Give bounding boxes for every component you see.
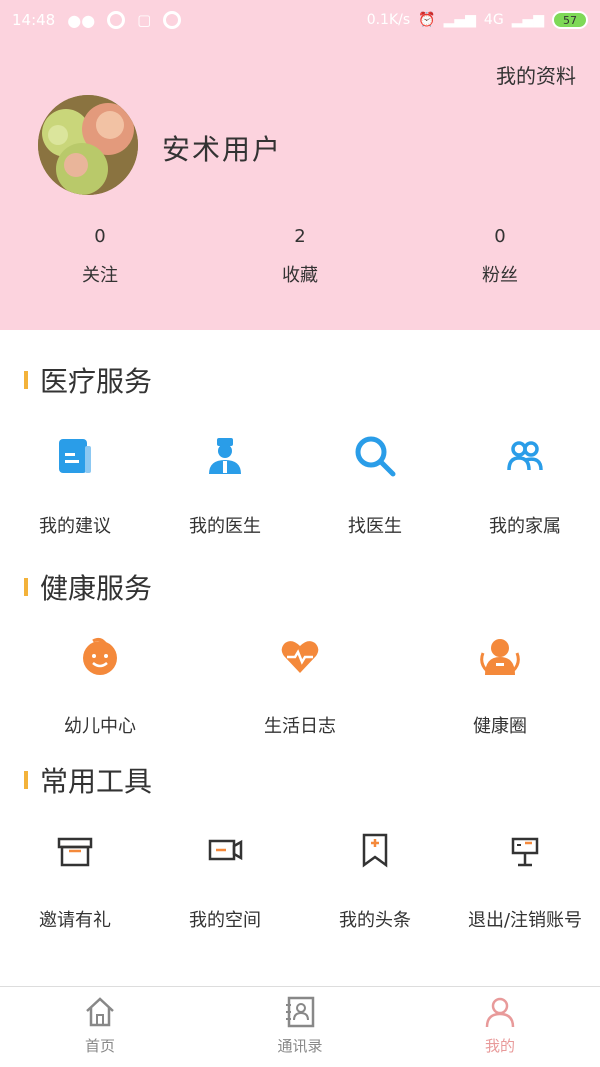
grid-item-health-circle[interactable]: 健康圈 — [400, 634, 600, 738]
home-icon — [86, 997, 114, 1027]
grid-item-label: 邀请有礼 — [39, 910, 111, 931]
nav-mine[interactable]: 我的 — [400, 987, 600, 1067]
grid-item-label: 退出/注销账号 — [467, 910, 583, 931]
document-icon — [53, 434, 97, 478]
doctor-icon — [203, 434, 247, 478]
grid-item-my-family[interactable]: 我的家属 — [450, 434, 600, 538]
notification-icon — [107, 11, 126, 29]
section-title-health: 健康服务 — [24, 567, 152, 607]
search-icon — [353, 434, 397, 478]
grid-item-label: 我的家属 — [489, 516, 561, 537]
contacts-icon — [286, 996, 315, 1028]
family-icon — [503, 434, 547, 478]
grid-item-label: 我的空间 — [189, 910, 261, 931]
grid-item-label: 我的头条 — [339, 910, 411, 931]
grid-item-child-center[interactable]: 幼儿中心 — [0, 634, 200, 738]
notification-icon — [163, 11, 182, 29]
section-accent-bar — [24, 371, 28, 389]
grid-item-label: 找医生 — [348, 516, 402, 537]
grid-item-label: 我的医生 — [189, 516, 261, 537]
nav-label: 首页 — [84, 1037, 115, 1055]
person-icon — [485, 997, 515, 1028]
bookmark-icon — [353, 828, 397, 872]
grid-item-my-doctor[interactable]: 我的医生 — [150, 434, 300, 538]
stat-label: 粉丝 — [482, 265, 518, 286]
grid-item-my-space[interactable]: 我的空间 — [150, 828, 300, 932]
tools-grid: 邀请有礼 我的空间 我的头条 退出/注销账号 — [0, 828, 600, 932]
stat-favorites[interactable]: 2 收藏 — [200, 226, 400, 287]
grid-item-find-doctor[interactable]: 找医生 — [300, 434, 450, 538]
section-title-medical: 医疗服务 — [24, 360, 152, 400]
stat-value: 0 — [494, 226, 506, 247]
bottom-nav: 首页 通讯录 我的 — [0, 986, 600, 1067]
avatar[interactable] — [38, 95, 138, 195]
health-grid: 幼儿中心 生活日志 健康圈 — [0, 634, 600, 738]
battery-icon: 57 — [552, 11, 588, 29]
nav-label: 我的 — [484, 1037, 515, 1055]
network-type: 4G — [483, 12, 504, 28]
status-time: 14:48 — [12, 11, 56, 29]
section-accent-bar — [24, 771, 28, 789]
grid-item-my-headlines[interactable]: 我的头条 — [300, 828, 450, 932]
stats-row: 0 关注 2 收藏 0 粉丝 — [0, 226, 600, 287]
user-circle-icon — [478, 634, 522, 678]
grid-item-label: 健康圈 — [473, 716, 527, 737]
grid-item-label: 幼儿中心 — [64, 716, 136, 737]
section-title-text: 常用工具 — [40, 765, 153, 798]
stat-label: 收藏 — [282, 265, 318, 286]
section-title-tools: 常用工具 — [24, 760, 152, 800]
profile-header: 我的资料 安术用户 0 关注 2 收藏 0 粉丝 — [0, 40, 600, 330]
grid-item-life-log[interactable]: 生活日志 — [200, 634, 400, 738]
nav-contacts[interactable]: 通讯录 — [200, 987, 400, 1067]
child-icon — [78, 634, 122, 678]
network-speed: 0.1K/s — [366, 12, 411, 28]
grid-item-invite[interactable]: 邀请有礼 — [0, 828, 150, 932]
mailbox-icon — [503, 828, 547, 872]
nav-label: 通讯录 — [277, 1037, 323, 1055]
heart-pulse-icon — [278, 634, 322, 678]
my-profile-link[interactable]: 我的资料 — [496, 60, 576, 89]
stat-fans[interactable]: 0 粉丝 — [400, 226, 600, 287]
section-accent-bar — [24, 578, 28, 596]
bag-icon: ▢ — [137, 11, 152, 29]
section-title-text: 健康服务 — [40, 572, 153, 605]
stat-value: 0 — [94, 226, 106, 247]
grid-item-my-suggestions[interactable]: 我的建议 — [0, 434, 150, 538]
nav-home[interactable]: 首页 — [0, 987, 200, 1067]
section-title-text: 医疗服务 — [40, 365, 153, 398]
grid-item-label: 生活日志 — [264, 716, 336, 737]
alarm-icon: ⏰ — [418, 12, 436, 28]
signal-icon: ▂▄▆ — [511, 12, 544, 28]
grid-item-logout[interactable]: 退出/注销账号 — [450, 828, 600, 932]
avatar-image — [38, 95, 138, 195]
wechat-icon: ●● — [67, 10, 96, 30]
stat-value: 2 — [294, 226, 306, 247]
username: 安术用户 — [162, 133, 283, 166]
grid-item-label: 我的建议 — [39, 516, 111, 537]
stat-following[interactable]: 0 关注 — [0, 226, 200, 287]
gift-icon — [53, 828, 97, 872]
status-bar: 14:48 ●● ▢ 0.1K/s ⏰ ▂▄▆ 4G ▂▄▆ 57 — [0, 0, 600, 40]
medical-grid: 我的建议 我的医生 找医生 我的家属 — [0, 434, 600, 538]
signal-icon: ▂▄▆ — [443, 12, 476, 28]
stat-label: 关注 — [82, 265, 118, 286]
video-icon — [203, 828, 247, 872]
